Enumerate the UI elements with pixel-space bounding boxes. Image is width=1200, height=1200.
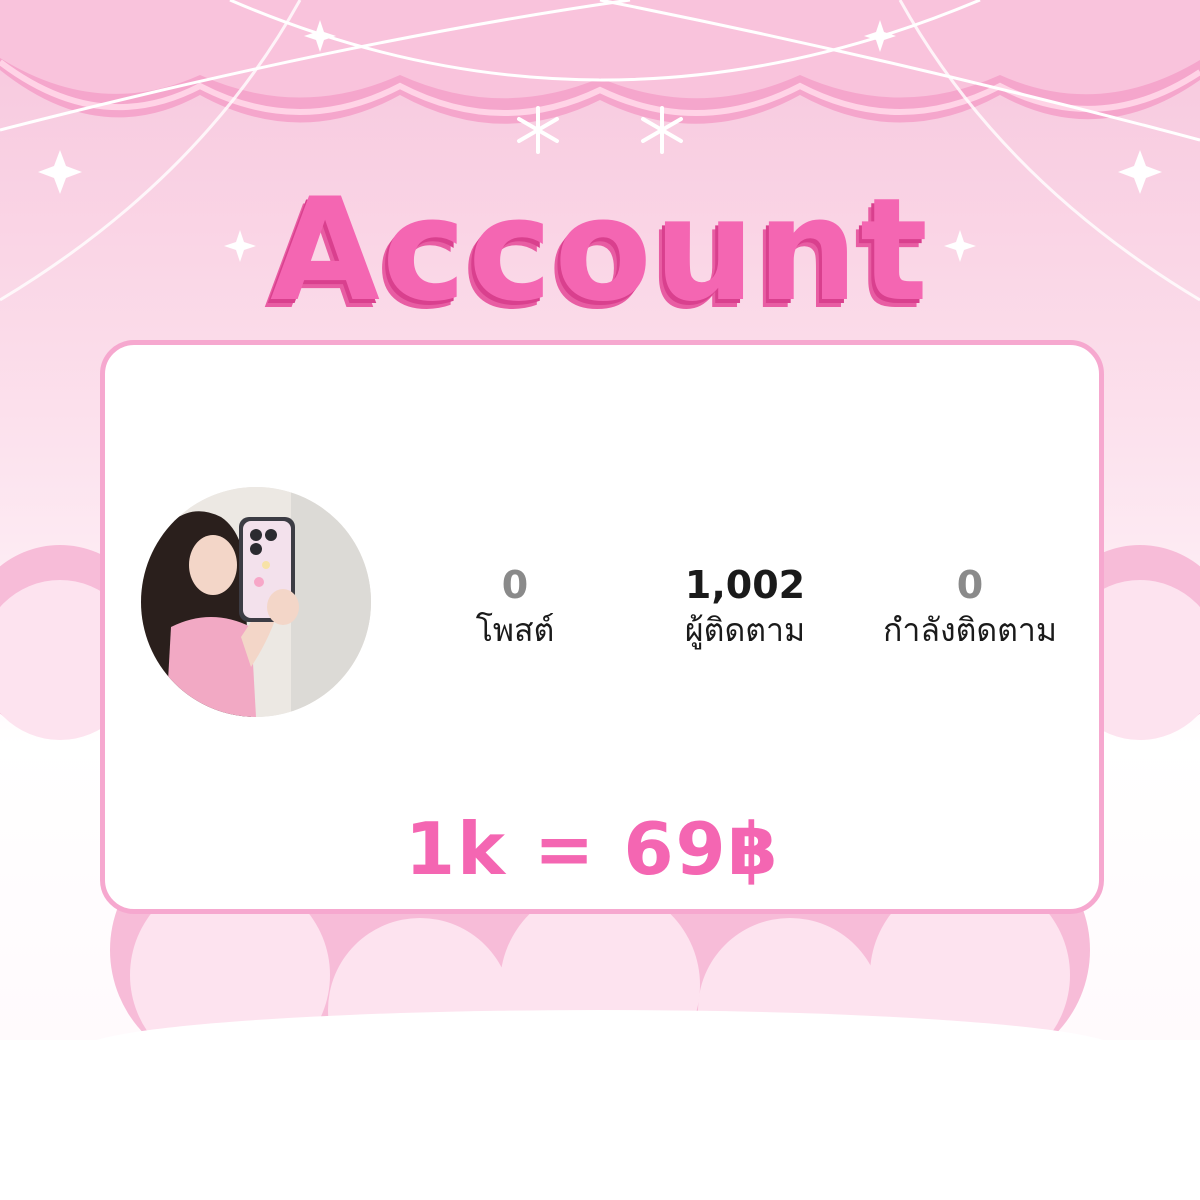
posts-count: 0 [501,563,529,607]
followers-count: 1,002 [684,563,806,607]
account-card: 0 โพสต์ 1,002 ผู้ติดตาม 0 กำลังติดตาม 1k… [100,340,1104,914]
followers-stat[interactable]: 1,002 ผู้ติดตาม [660,563,830,651]
following-count: 0 [956,563,984,607]
following-label: กำลังติดตาม [883,611,1057,649]
price-text: 1k = 69฿ [405,807,780,891]
page-title: Account [270,168,930,333]
following-stat[interactable]: 0 กำลังติดตาม [865,563,1075,651]
posts-label: โพสต์ [475,611,555,649]
posts-stat[interactable]: 0 โพสต์ [450,563,580,651]
avatar [141,487,371,717]
followers-label: ผู้ติดตาม [684,611,806,649]
